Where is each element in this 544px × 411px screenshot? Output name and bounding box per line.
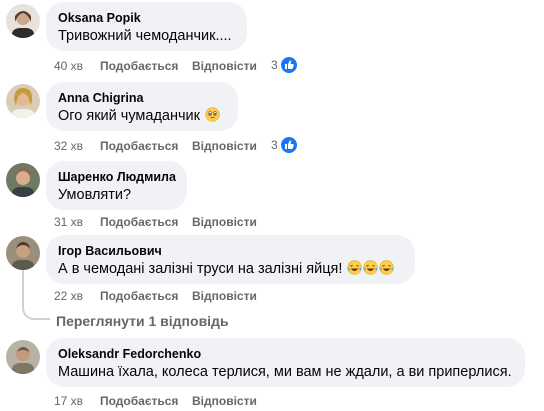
comment-bubble: Oleksandr Fedorchenko Машина їхала, коле… xyxy=(46,338,525,387)
laughing-tears-icon xyxy=(379,260,395,275)
reply-button[interactable]: Відповісти xyxy=(192,58,257,74)
like-button[interactable]: Подобається xyxy=(100,58,178,74)
thread-line xyxy=(22,268,24,302)
comment-time[interactable]: 17 хв xyxy=(54,393,83,409)
pleading-face-icon xyxy=(205,107,220,122)
comment-author[interactable]: Ігор Васильович xyxy=(58,243,403,259)
reply-button[interactable]: Відповісти xyxy=(192,138,257,154)
reactions-summary[interactable]: 3 xyxy=(271,56,301,74)
comment-text: А в чемодані залізні труси на залізні яй… xyxy=(58,261,343,277)
comment-author[interactable]: Oleksandr Fedorchenko xyxy=(58,346,513,362)
like-button[interactable]: Подобається xyxy=(100,138,178,154)
like-button[interactable]: Подобається xyxy=(100,214,178,230)
view-replies-link[interactable]: Переглянути 1 відповідь xyxy=(56,312,229,330)
avatar[interactable] xyxy=(6,84,40,118)
thumbs-up-icon xyxy=(280,136,298,154)
avatar[interactable] xyxy=(6,340,40,374)
reply-button[interactable]: Відповісти xyxy=(192,393,257,409)
reactions-count: 3 xyxy=(271,58,278,72)
comment-text: Машина їхала, колеса терлися, ми вам не … xyxy=(58,364,512,380)
like-button[interactable]: Подобається xyxy=(100,393,178,409)
avatar[interactable] xyxy=(6,163,40,197)
avatar[interactable] xyxy=(6,236,40,270)
comment-bubble: Шаренко Людмила Умовляти? xyxy=(46,161,187,210)
comment-time[interactable]: 40 хв xyxy=(54,58,83,74)
reply-button[interactable]: Відповісти xyxy=(192,288,257,304)
thread-connector xyxy=(22,300,50,320)
avatar[interactable] xyxy=(6,4,40,38)
comment-bubble: Anna Chigrina Ого який чумаданчик xyxy=(46,82,238,131)
laughing-tears-icon xyxy=(363,260,379,275)
reactions-count: 3 xyxy=(271,138,278,152)
comment-text: Умовляти? xyxy=(58,187,132,203)
comment-text-line: А в чемодані залізні труси на залізні яй… xyxy=(58,259,403,279)
comment-time[interactable]: 32 хв xyxy=(54,138,83,154)
comment-bubble: Ігор Васильович А в чемодані залізні тру… xyxy=(46,235,415,284)
reactions-summary[interactable]: 3 xyxy=(271,136,301,154)
comment-text-line: Ого який чумаданчик xyxy=(58,106,226,126)
comment-author[interactable]: Oksana Popik xyxy=(58,10,235,26)
comment-time[interactable]: 22 хв xyxy=(54,288,83,304)
comment-text: Ого який чумаданчик xyxy=(58,108,200,124)
comment-author[interactable]: Шаренко Людмила xyxy=(58,169,176,185)
comment-time[interactable]: 31 хв xyxy=(54,214,83,230)
like-button[interactable]: Подобається xyxy=(100,288,178,304)
comment-author[interactable]: Anna Chigrina xyxy=(58,90,226,106)
thumbs-up-icon xyxy=(280,56,298,74)
comment-bubble: Oksana Popik Тривожний чемоданчик.... xyxy=(46,2,247,51)
comment-text: Тривожний чемоданчик.... xyxy=(58,28,232,44)
laughing-tears-icon xyxy=(347,260,363,275)
reply-button[interactable]: Відповісти xyxy=(192,214,257,230)
